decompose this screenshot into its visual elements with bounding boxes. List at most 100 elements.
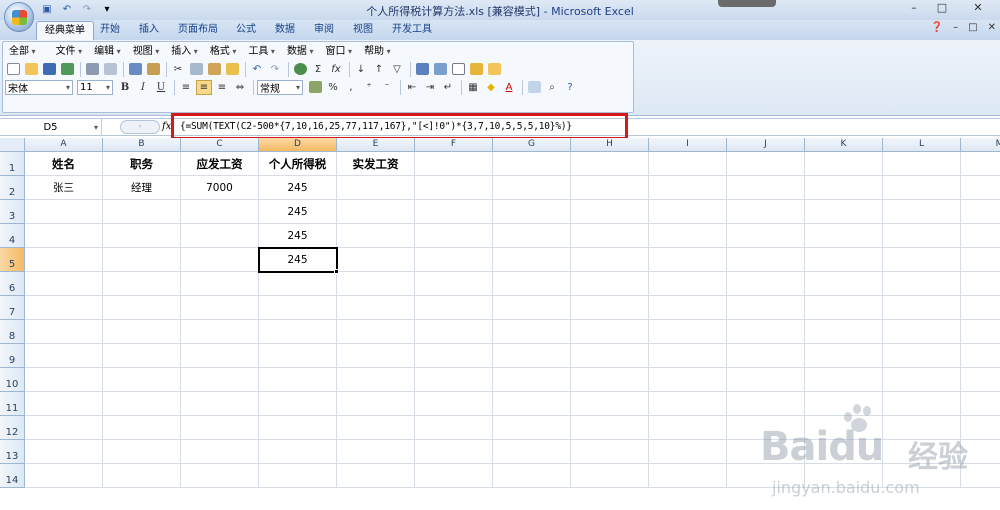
cell-d2[interactable]: 245 — [259, 176, 337, 200]
tab-view[interactable]: 视图 — [345, 21, 381, 40]
grid-cell[interactable] — [25, 248, 103, 272]
grid-cell[interactable] — [493, 248, 571, 272]
grid-cell[interactable] — [805, 200, 883, 224]
grid-cell[interactable] — [649, 416, 727, 440]
grid-cell[interactable] — [337, 200, 415, 224]
grid-cell[interactable] — [493, 344, 571, 368]
column-header-l[interactable]: L — [883, 138, 961, 152]
grid-cell[interactable] — [337, 464, 415, 488]
grid-cell[interactable] — [415, 320, 493, 344]
grid-cell[interactable] — [337, 176, 415, 200]
copy-icon[interactable] — [188, 62, 204, 77]
grid-cell[interactable] — [181, 392, 259, 416]
undo-icon[interactable]: ↶ — [249, 62, 265, 77]
fill-handle[interactable] — [334, 269, 339, 274]
grid-cell[interactable] — [181, 320, 259, 344]
doc-close-button[interactable]: ✕ — [988, 22, 996, 33]
italic-button[interactable]: I — [135, 80, 151, 95]
hyperlink-icon[interactable] — [292, 62, 308, 77]
grid-cell[interactable] — [103, 368, 181, 392]
font-name-select[interactable]: 宋体 ▾ — [5, 79, 73, 95]
menu-data[interactable]: 数据 — [281, 44, 320, 60]
grid-cell[interactable] — [571, 248, 649, 272]
grid-cell[interactable] — [415, 368, 493, 392]
grid-cell[interactable] — [181, 464, 259, 488]
grid-cell[interactable] — [337, 296, 415, 320]
grid-cell[interactable] — [259, 272, 337, 296]
menu-window[interactable]: 窗口 — [320, 44, 359, 60]
row-header-4[interactable]: 4 — [0, 224, 25, 248]
menu-all[interactable]: 全部 — [3, 44, 42, 60]
grid-cell[interactable] — [103, 224, 181, 248]
spelling-icon[interactable] — [127, 62, 143, 77]
grid-cell[interactable] — [415, 344, 493, 368]
help-icon[interactable]: ? — [562, 80, 578, 95]
grid-cell[interactable] — [493, 176, 571, 200]
grid-cell[interactable] — [649, 368, 727, 392]
formula-expand-button[interactable]: ◦ — [120, 120, 160, 134]
grid-cell[interactable] — [415, 272, 493, 296]
grid-cell[interactable] — [493, 368, 571, 392]
grid-cell[interactable] — [883, 320, 961, 344]
grid-cell[interactable] — [727, 248, 805, 272]
row-header-5[interactable]: 5 — [0, 248, 25, 272]
grid-cell[interactable] — [961, 368, 1000, 392]
grid-cell[interactable] — [181, 416, 259, 440]
grid-cell[interactable] — [181, 344, 259, 368]
grid-cell[interactable] — [571, 296, 649, 320]
grid-cell[interactable] — [961, 200, 1000, 224]
font-size-select[interactable]: 11 ▾ — [77, 79, 113, 95]
grid-cell[interactable] — [493, 200, 571, 224]
grid-cell[interactable] — [649, 152, 727, 176]
styles-icon[interactable] — [468, 62, 484, 77]
increase-indent-icon[interactable]: ⇥ — [422, 80, 438, 95]
row-header-1[interactable]: 1 — [0, 152, 25, 176]
grid-cell[interactable] — [493, 320, 571, 344]
save-icon[interactable] — [41, 62, 57, 77]
tab-page-layout[interactable]: 页面布局 — [170, 21, 226, 40]
grid-cell[interactable] — [571, 320, 649, 344]
grid-cell[interactable] — [883, 152, 961, 176]
grid-cell[interactable] — [181, 224, 259, 248]
column-header-j[interactable]: J — [727, 138, 805, 152]
filter-icon[interactable]: ▽ — [389, 62, 405, 77]
grid-cell[interactable] — [571, 368, 649, 392]
picture-icon[interactable] — [526, 80, 542, 95]
row-header-8[interactable]: 8 — [0, 320, 25, 344]
row-header-12[interactable]: 12 — [0, 416, 25, 440]
decrease-indent-icon[interactable]: ⇤ — [404, 80, 420, 95]
grid-cell[interactable] — [181, 272, 259, 296]
menu-edit[interactable]: 编辑 — [88, 44, 127, 60]
grid-cell[interactable] — [103, 464, 181, 488]
grid-cell[interactable] — [103, 320, 181, 344]
grid-cell[interactable] — [103, 344, 181, 368]
print-icon[interactable] — [84, 62, 100, 77]
grid-cell[interactable] — [727, 152, 805, 176]
grid-cell[interactable] — [961, 224, 1000, 248]
chart-icon[interactable] — [414, 62, 430, 77]
grid-cell[interactable] — [961, 176, 1000, 200]
insert-function-icon[interactable]: fx — [328, 62, 344, 77]
grid-cell[interactable] — [727, 368, 805, 392]
maximize-button[interactable]: □ — [928, 0, 956, 18]
fill-color-icon[interactable]: ◆ — [483, 80, 499, 95]
grid-cell[interactable] — [649, 224, 727, 248]
menu-view[interactable]: 视图 — [127, 44, 166, 60]
autosum-icon[interactable]: Σ — [310, 62, 326, 77]
grid-cell[interactable] — [103, 440, 181, 464]
grid-cell[interactable] — [727, 200, 805, 224]
grid-cell[interactable] — [493, 152, 571, 176]
grid-cell[interactable] — [805, 152, 883, 176]
grid-cell[interactable] — [25, 320, 103, 344]
tab-developer[interactable]: 开发工具 — [384, 21, 440, 40]
fx-icon[interactable]: fx — [162, 121, 171, 132]
tab-insert[interactable]: 插入 — [131, 21, 167, 40]
tab-classic-menu[interactable]: 经典菜单 — [36, 21, 94, 40]
new-icon[interactable] — [5, 62, 21, 77]
grid-cell[interactable] — [103, 272, 181, 296]
grid-cell[interactable] — [337, 416, 415, 440]
cell-a2[interactable]: 张三 — [25, 176, 103, 200]
grid-cell[interactable] — [259, 440, 337, 464]
merge-center-icon[interactable]: ⇔ — [232, 80, 248, 95]
grid-cell[interactable] — [415, 200, 493, 224]
